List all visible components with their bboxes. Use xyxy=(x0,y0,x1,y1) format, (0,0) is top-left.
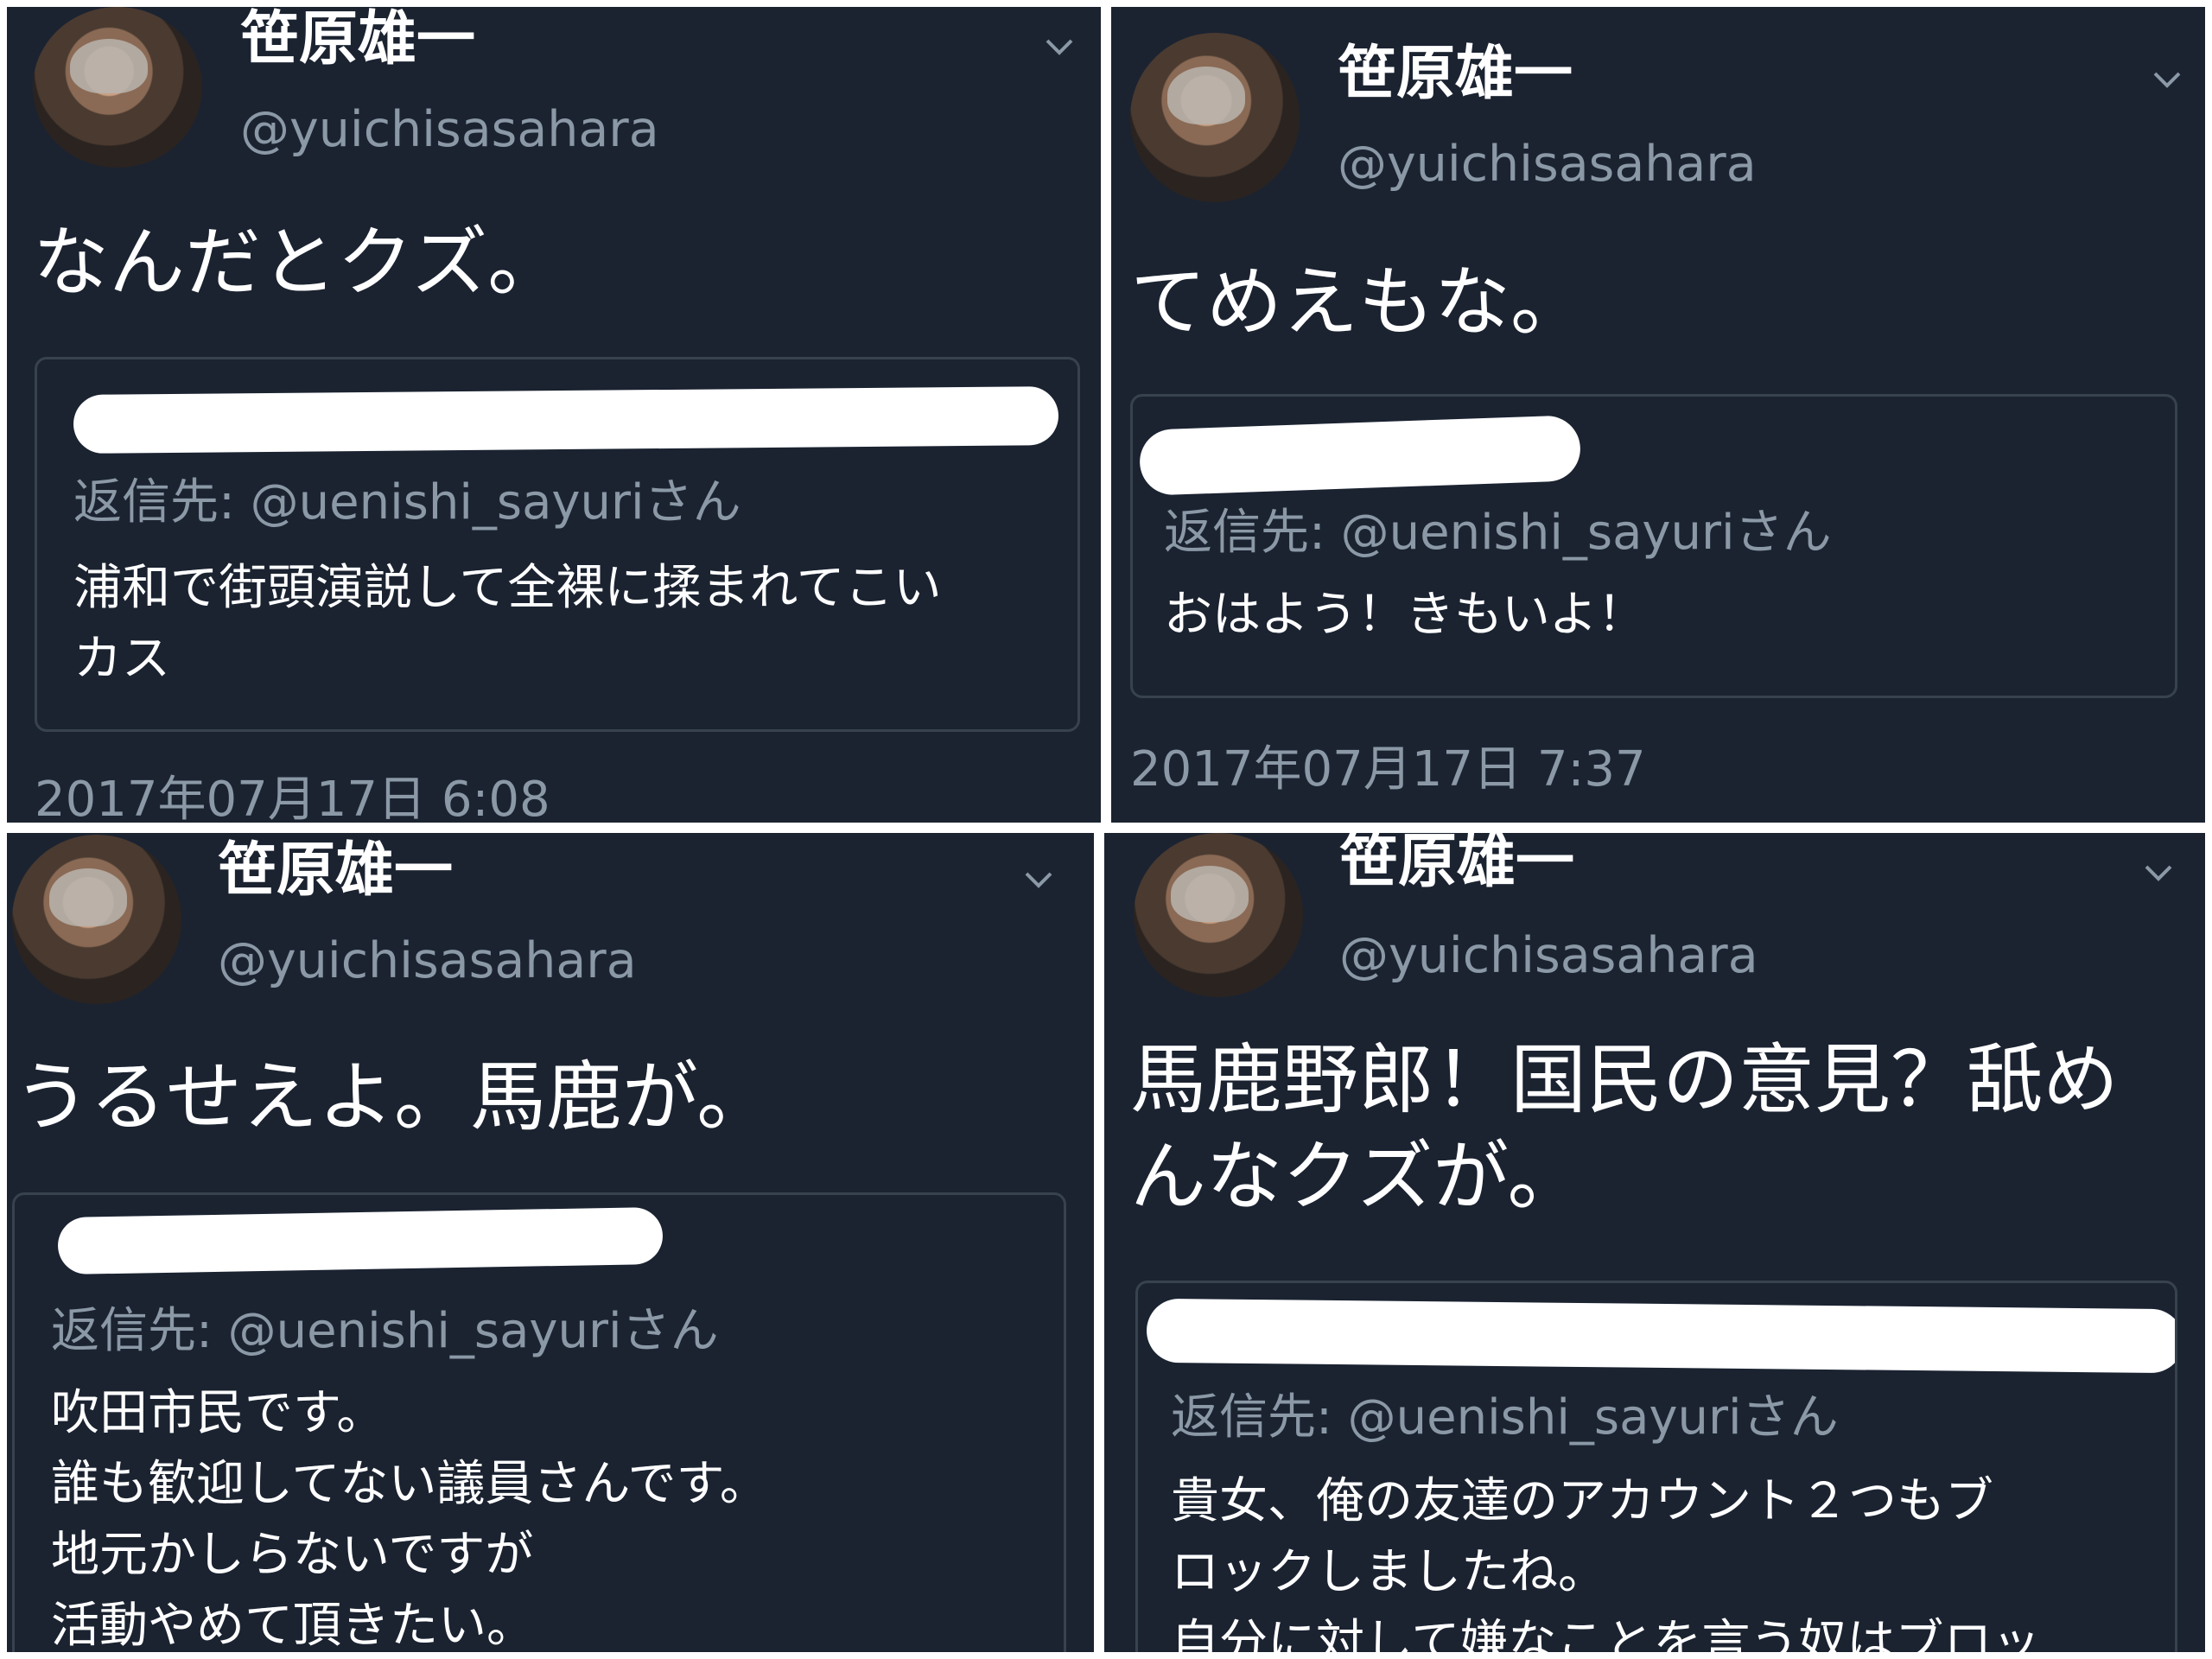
chevron-down-icon[interactable] xyxy=(2148,60,2186,99)
tweet-text: うるせえよ。馬鹿が。 xyxy=(14,1052,773,1141)
author-handle[interactable]: @yuichisasahara xyxy=(240,105,659,155)
avatar[interactable] xyxy=(1130,33,1300,202)
author-name[interactable]: 笹原雄一 xyxy=(218,842,453,900)
tweet-text: てめえもな。 xyxy=(1130,257,1587,346)
quoted-text: おはよう！きもいよ！ xyxy=(1164,587,1646,643)
quoted-text: 貴女、俺の友達のアカウント２つもブ ロックしましたね。 自分に対して嫌なことを言… xyxy=(1171,1473,2041,1652)
avatar[interactable] xyxy=(12,835,181,1004)
reply-to-label: 返信先: @uenishi_sayuriさん xyxy=(73,474,741,531)
tweet-text: 馬鹿野郎！国民の意見？舐め んなクズが。 xyxy=(1130,1035,2120,1221)
avatar[interactable] xyxy=(1134,833,1303,997)
timestamp: 2017年07月17日 7:37 xyxy=(1130,741,1646,798)
tweet-card-3: 笹原雄一 @yuichisasahara うるせえよ。馬鹿が。 返信先: @ue… xyxy=(7,833,1094,1652)
author-name[interactable]: 笹原雄一 xyxy=(1338,45,1573,104)
redaction-mark xyxy=(1146,1298,2175,1374)
redaction-mark xyxy=(57,1206,664,1275)
tweet-card-1: 笹原雄一 @yuichisasahara なんだとクズ。 返信先: @uenis… xyxy=(7,7,1101,823)
redaction-mark xyxy=(1138,415,1582,496)
avatar[interactable] xyxy=(33,7,202,168)
reply-to-label: 返信先: @uenishi_sayuriさん xyxy=(1164,505,1832,561)
quoted-text: 吹田市民です。 誰も歓迎してない議員さんです。 地元かしらないですが 活動やめて… xyxy=(51,1385,768,1652)
quoted-tweet[interactable]: 返信先: @uenishi_sayuriさん 貴女、俺の友達のアカウント２つもブ… xyxy=(1135,1281,2177,1652)
chevron-down-icon[interactable] xyxy=(1020,861,1058,899)
reply-to-label: 返信先: @uenishi_sayuriさん xyxy=(1171,1389,1839,1446)
author-handle[interactable]: @yuichisasahara xyxy=(1339,931,1758,981)
author-handle[interactable]: @yuichisasahara xyxy=(1338,140,1757,189)
quoted-tweet[interactable]: 返信先: @uenishi_sayuriさん 浦和で街頭演説して全裸に揉まれてこ… xyxy=(35,357,1080,732)
author-name[interactable]: 笹原雄一 xyxy=(1339,833,1574,892)
redaction-mark xyxy=(73,386,1059,454)
author-handle[interactable]: @yuichisasahara xyxy=(218,937,637,986)
quoted-text: 浦和で街頭演説して全裸に揉まれてこい カス xyxy=(73,560,942,687)
tweet-card-2: 笹原雄一 @yuichisasahara てめえもな。 返信先: @uenish… xyxy=(1111,7,2205,823)
author-name[interactable]: 笹原雄一 xyxy=(240,10,475,69)
timestamp: 2017年07月17日 6:08 xyxy=(35,772,550,823)
tweet-text: なんだとクズ。 xyxy=(33,218,564,307)
chevron-down-icon[interactable] xyxy=(2139,854,2177,892)
reply-to-label: 返信先: @uenishi_sayuriさん xyxy=(51,1303,719,1359)
chevron-down-icon[interactable] xyxy=(1040,28,1078,66)
quoted-tweet[interactable]: 返信先: @uenishi_sayuriさん おはよう！きもいよ！ xyxy=(1130,394,2177,698)
tweet-card-4: 笹原雄一 @yuichisasahara 馬鹿野郎！国民の意見？舐め んなクズが… xyxy=(1104,833,2205,1652)
quoted-tweet[interactable]: 返信先: @uenishi_sayuriさん 吹田市民です。 誰も歓迎してない議… xyxy=(12,1192,1066,1652)
